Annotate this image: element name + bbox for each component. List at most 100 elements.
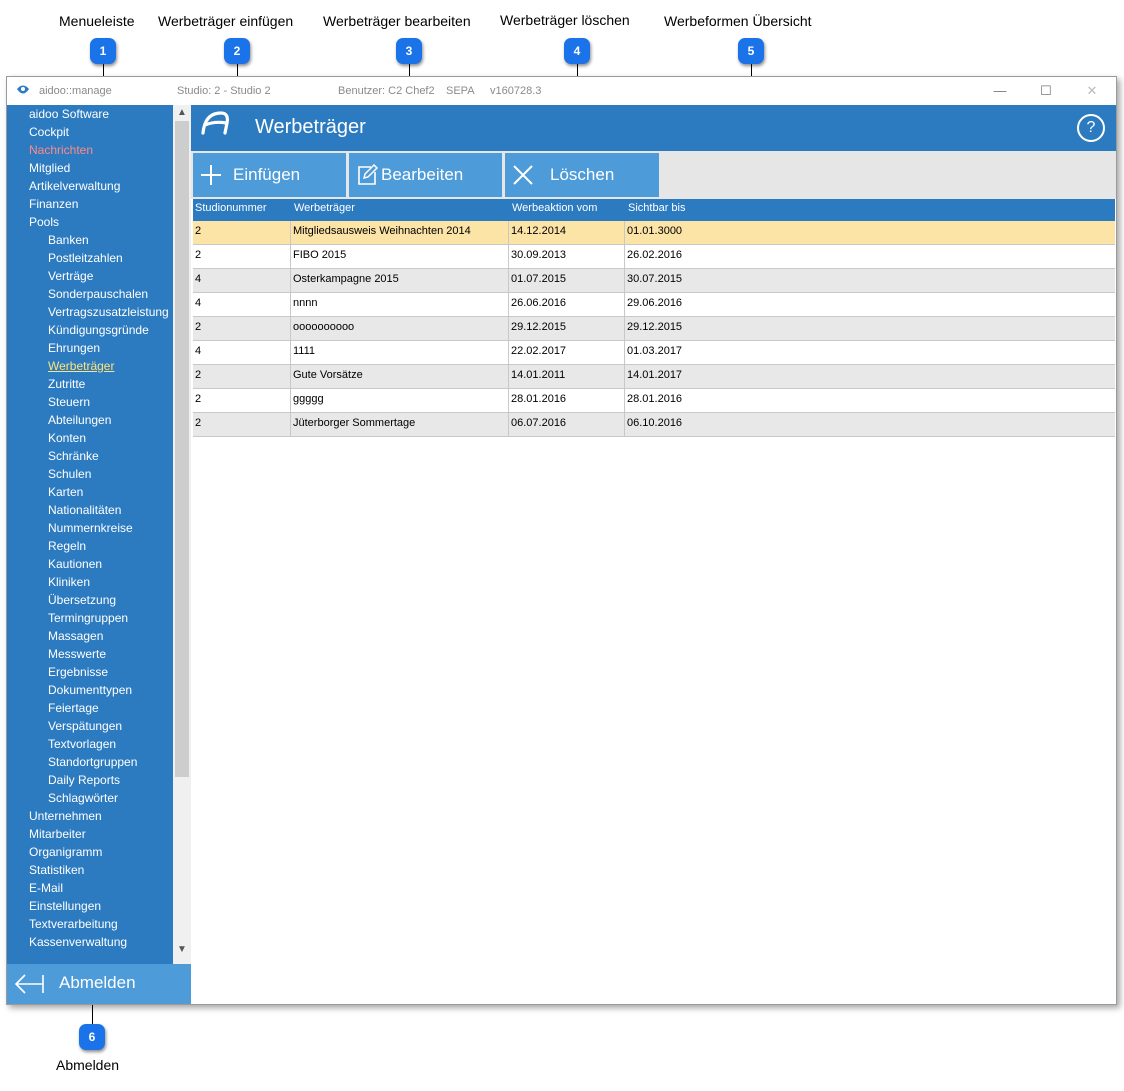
sidebar-item[interactable]: Sonderpauschalen [48,285,148,303]
sidebar-item[interactable]: Kassenverwaltung [29,933,127,951]
minimize-button[interactable]: — [985,79,1015,103]
table-row[interactable]: 2 ggggg 28.01.2016 28.01.2016 [193,389,1115,413]
table-cell: 26.06.2016 [509,293,625,316]
title-bar: aidoo::manage Studio: 2 - Studio 2 Benut… [7,77,1116,105]
page-title: Werbeträger [255,116,366,138]
sidebar-item[interactable]: Schulen [48,465,91,483]
sidebar-item[interactable]: Schlagwörter [48,789,118,807]
sidebar-item[interactable]: Werbeträger [48,357,114,375]
sidebar-item[interactable]: Nachrichten [29,141,93,159]
sidebar-item[interactable]: Pools [29,213,59,231]
delete-button[interactable]: Löschen [505,153,659,197]
sidebar-item[interactable]: aidoo Software [29,105,109,123]
table-cell: 06.10.2016 [627,417,683,429]
scroll-up-icon[interactable]: ▲ [173,105,191,121]
table-cell: 2 [193,245,291,268]
delete-label: Löschen [550,165,615,184]
sidebar-item[interactable]: E-Mail [29,879,63,897]
column-header-sichtbar[interactable]: Sichtbar bis [628,202,685,214]
sidebar-item[interactable]: Karten [48,483,83,501]
table-row[interactable]: 2 FIBO 2015 30.09.2013 26.02.2016 [193,245,1115,269]
sidebar-item[interactable]: Daily Reports [48,771,120,789]
sidebar-item[interactable]: Messwerte [48,645,106,663]
sidebar-item[interactable]: Massagen [48,627,103,645]
annotation-label: Werbeträger einfügen [158,13,294,29]
table-cell: 29.12.2015 [627,321,683,333]
sidebar-item[interactable]: Vertragszusatzleistung [48,303,169,321]
sidebar-item[interactable]: Ehrungen [48,339,100,357]
sidebar-item[interactable]: Steuern [48,393,90,411]
edit-button[interactable]: Bearbeiten [349,153,502,197]
mode-info: SEPA [446,85,475,97]
table-cell: 01.01.3000 [627,225,683,237]
table-row[interactable]: 4 1111 22.02.2017 01.03.2017 [193,341,1115,365]
table-cell: 01.07.2015 [509,269,625,292]
table-row[interactable]: 4 Osterkampagne 2015 01.07.2015 30.07.2015 [193,269,1115,293]
sidebar-item[interactable]: Abteilungen [48,411,111,429]
sidebar-item[interactable]: Nummernkreise [48,519,133,537]
annotation-badge: 5 [738,38,764,64]
sidebar-item[interactable]: Verträge [48,267,93,285]
table-cell: 14.01.2017 [627,369,683,381]
close-button[interactable]: ✕ [1077,79,1107,103]
sidebar-item[interactable]: Cockpit [29,123,69,141]
column-header-werbeaktion[interactable]: Werbeaktion vom [512,202,597,214]
sidebar-item[interactable]: Artikelverwaltung [29,177,120,195]
table-cell: 22.02.2017 [509,341,625,364]
sidebar-item[interactable]: Finanzen [29,195,78,213]
table-cell: 4 [193,341,291,364]
sidebar-item[interactable]: Übersetzung [48,591,116,609]
scroll-down-icon[interactable]: ▼ [173,942,191,958]
app-name: aidoo::manage [39,85,112,97]
annotation-label: Werbeformen Übersicht [664,13,812,29]
scroll-thumb[interactable] [175,121,189,777]
table-cell: 2 [193,389,291,412]
sidebar-item[interactable]: Verspätungen [48,717,122,735]
sidebar-item[interactable]: Ergebnisse [48,663,108,681]
column-header-werbetraeger[interactable]: Werbeträger [294,202,355,214]
sidebar-item[interactable]: Feiertage [48,699,99,717]
studio-info: Studio: 2 - Studio 2 [177,85,271,97]
sidebar-item[interactable]: Einstellungen [29,897,101,915]
sidebar-item[interactable]: Kündigungsgründe [48,321,149,339]
edit-icon [358,163,379,185]
logout-button[interactable]: Abmelden [7,964,191,1004]
sidebar-item[interactable]: Dokumenttypen [48,681,132,699]
table-row[interactable]: 2 oooooooooo 29.12.2015 29.12.2015 [193,317,1115,341]
sidebar-item[interactable]: Standortgruppen [48,753,137,771]
table-cell: Mitgliedsausweis Weihnachten 2014 [291,221,509,244]
sidebar-item[interactable]: Mitarbeiter [29,825,86,843]
sidebar-item[interactable]: Organigramm [29,843,102,861]
insert-button[interactable]: Einfügen [193,153,346,197]
x-icon [513,165,533,185]
sidebar-item[interactable]: Termingruppen [48,609,128,627]
sidebar-item[interactable]: Zutritte [48,375,85,393]
table-cell: 01.03.2017 [627,345,683,357]
sidebar-menu: aidoo Software Cockpit Nachrichten Mitglied… [7,105,191,964]
table-row[interactable]: 2 Jüterborger Sommertage 06.07.2016 06.10.2… [193,413,1115,437]
sidebar-item[interactable]: Kliniken [48,573,90,591]
table-cell: Jüterborger Sommertage [291,413,509,436]
sidebar-item[interactable]: Mitglied [29,159,70,177]
sidebar-item[interactable]: Statistiken [29,861,84,879]
table-cell: 4 [193,269,291,292]
help-icon[interactable]: ? [1077,114,1105,142]
sidebar-item[interactable]: Textvorlagen [48,735,116,753]
sidebar-item[interactable]: Schränke [48,447,99,465]
table-row[interactable]: 2 Gute Vorsätze 14.01.2011 14.01.2017 [193,365,1115,389]
sidebar-item[interactable]: Nationalitäten [48,501,121,519]
sidebar-scrollbar[interactable]: ▲ ▼ [173,105,191,964]
sidebar-item[interactable]: Banken [48,231,89,249]
annotation-label: Abmelden [56,1057,120,1073]
sidebar-item[interactable]: Kautionen [48,555,102,573]
maximize-button[interactable]: ☐ [1031,79,1061,103]
table-cell: 06.07.2016 [509,413,625,436]
column-header-studionummer[interactable]: Studionummer [195,202,267,214]
sidebar-item[interactable]: Textverarbeitung [29,915,118,933]
sidebar-item[interactable]: Postleitzahlen [48,249,123,267]
table-row[interactable]: 4 nnnn 26.06.2016 29.06.2016 [193,293,1115,317]
sidebar-item[interactable]: Unternehmen [29,807,102,825]
sidebar-item[interactable]: Konten [48,429,86,447]
table-row[interactable]: 2 Mitgliedsausweis Weihnachten 2014 14.12.… [193,221,1115,245]
sidebar-item[interactable]: Regeln [48,537,86,555]
